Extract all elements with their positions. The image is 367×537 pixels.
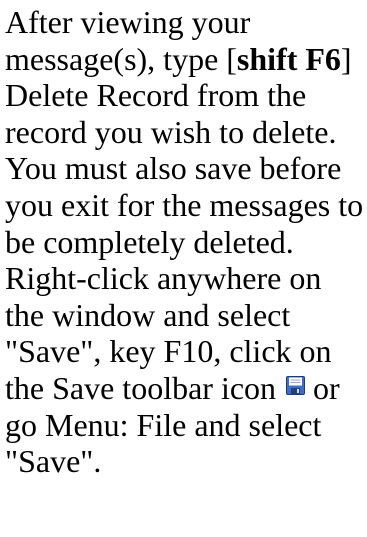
instruction-paragraph: After viewing your message(s), type [shi… xyxy=(5,4,367,480)
shortcut-shift-f6: shift F6 xyxy=(236,40,341,77)
instruction-text-1: After viewing your message(s), type [ xyxy=(5,4,251,77)
save-floppy-icon xyxy=(286,375,306,395)
instruction-text-2: ] Delete Record from the record you wish… xyxy=(5,40,364,406)
document-page: After viewing your message(s), type [shi… xyxy=(0,0,367,537)
